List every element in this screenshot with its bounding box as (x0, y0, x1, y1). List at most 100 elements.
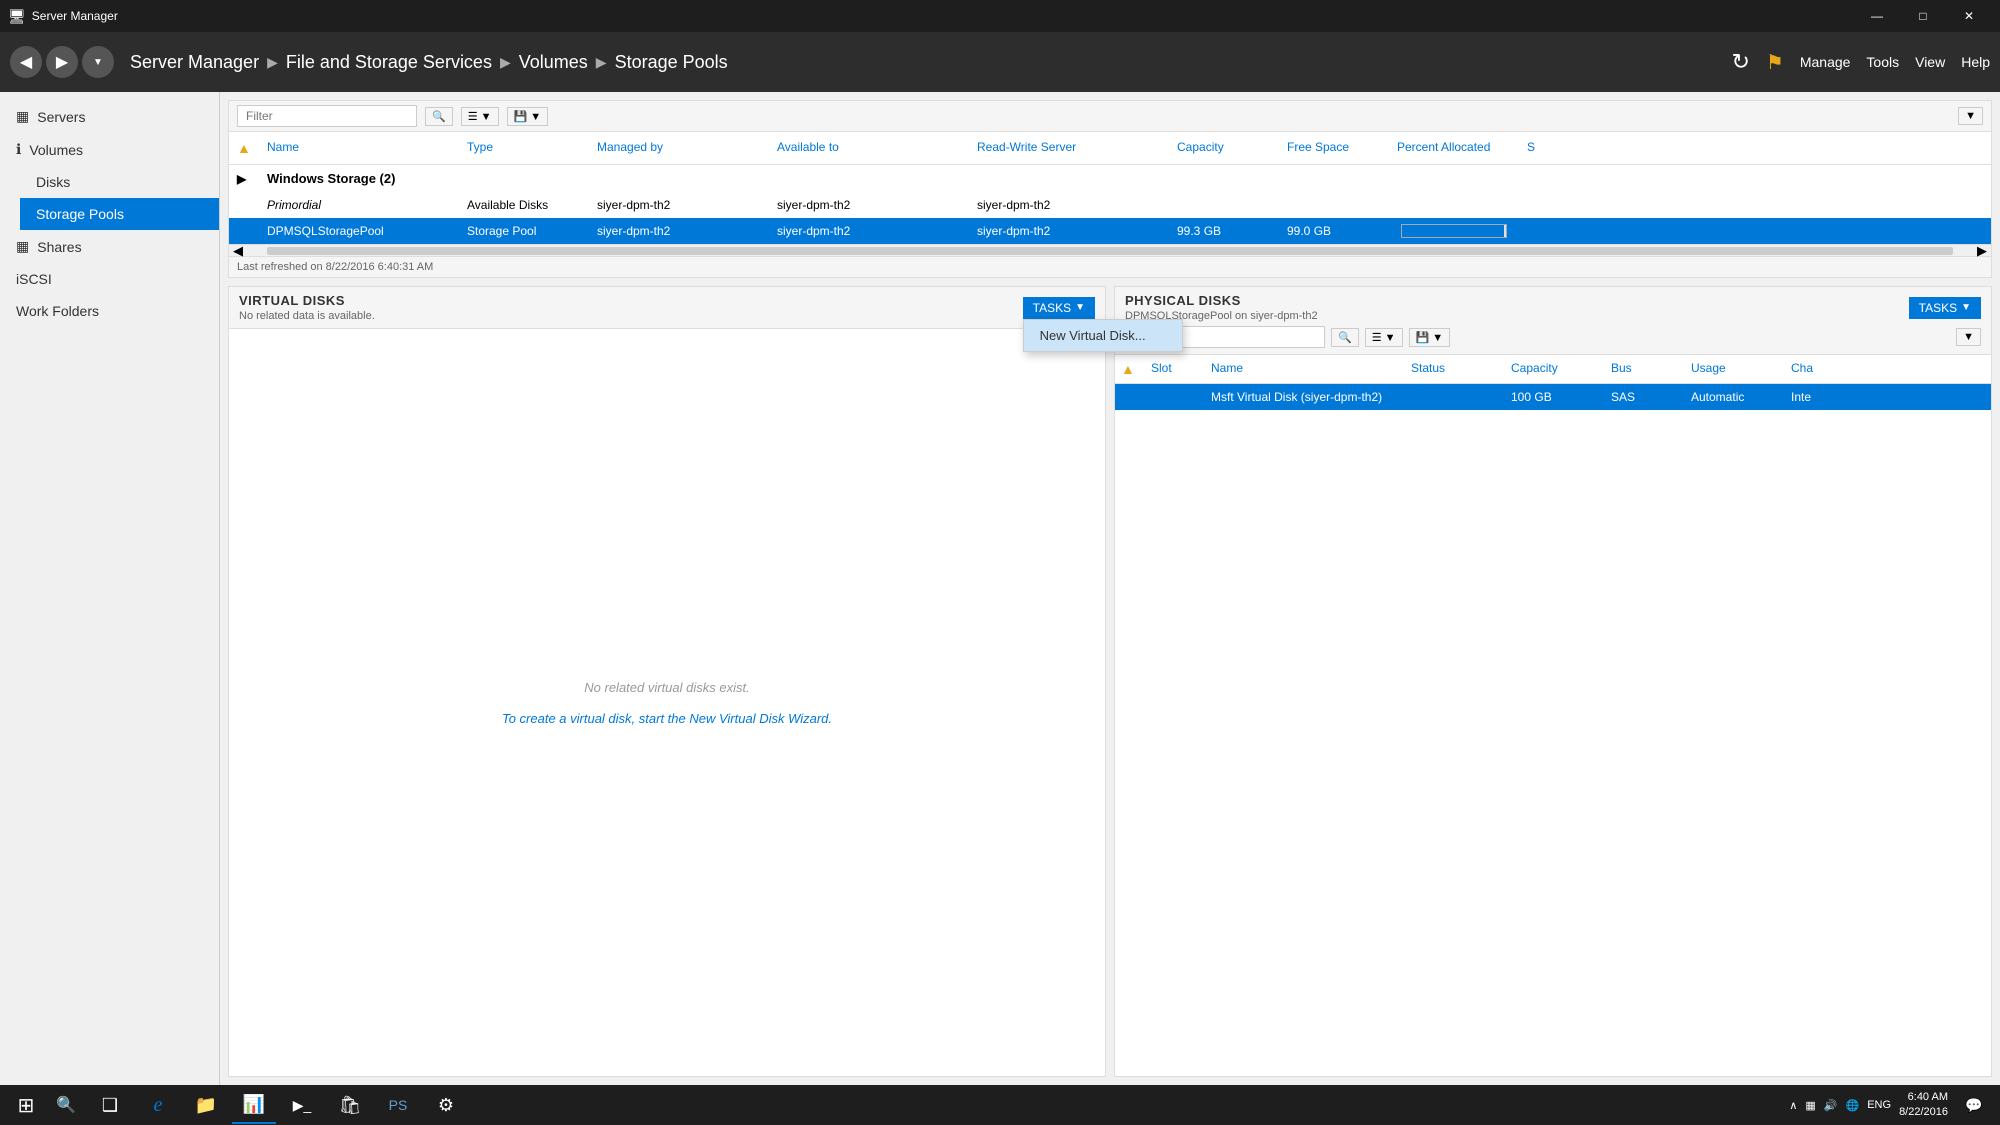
breadcrumb: Server Manager ▶ File and Storage Servic… (130, 52, 1731, 73)
task-view-button[interactable]: ❑ (88, 1086, 132, 1124)
row-percent-primordial (1389, 201, 1519, 209)
help-menu[interactable]: Help (1961, 54, 1990, 70)
col-percent[interactable]: Percent Allocated (1389, 136, 1519, 160)
phys-col-chassis[interactable]: Cha (1785, 357, 1865, 381)
percent-bar-dpmsql (1401, 224, 1507, 238)
phys-row-bus: SAS (1605, 386, 1685, 408)
phys-save-button[interactable]: 💾 ▼ (1409, 328, 1451, 347)
sidebar-item-servers[interactable]: ▦ Servers (0, 100, 219, 133)
filter-input[interactable] (237, 105, 417, 127)
phys-col-capacity[interactable]: Capacity (1505, 357, 1605, 381)
sidebar-item-iscsi[interactable]: iSCSI (0, 263, 219, 295)
breadcrumb-volumes[interactable]: Volumes (519, 52, 588, 73)
row-name-primordial: Primordial (259, 194, 459, 216)
save-button[interactable]: 💾 ▼ (507, 107, 549, 126)
phys-col-usage[interactable]: Usage (1685, 357, 1785, 381)
view-menu[interactable]: View (1915, 54, 1945, 70)
window-controls: — □ ✕ (1854, 0, 1992, 32)
sidebar-item-storage-pools[interactable]: Storage Pools (20, 198, 219, 230)
tray-display-icon: ▦ (1805, 1099, 1815, 1112)
minimize-button[interactable]: — (1854, 0, 1900, 32)
tray-chevron[interactable]: ∧ (1789, 1099, 1797, 1112)
expand-button[interactable]: ▼ (1958, 107, 1983, 125)
virtual-disks-tasks-button[interactable]: TASKS ▼ (1023, 297, 1095, 319)
cmd-icon: ▶_ (289, 1095, 316, 1116)
phys-expand-button[interactable]: ▼ (1956, 328, 1981, 346)
table-row-primordial[interactable]: Primordial Available Disks siyer-dpm-th2… (229, 192, 1991, 218)
col-status[interactable]: S (1519, 136, 1569, 160)
breadcrumb-storage-pools: Storage Pools (615, 52, 728, 73)
col-type[interactable]: Type (459, 136, 589, 160)
sidebar-item-disks[interactable]: Disks (20, 166, 219, 198)
sidebar-label-storage-pools: Storage Pools (36, 206, 124, 222)
tray-network-icon[interactable]: 🌐 (1846, 1099, 1860, 1112)
phys-table-row-msft[interactable]: Msft Virtual Disk (siyer-dpm-th2) 100 GB… (1115, 384, 1991, 410)
sidebar-label-volumes: Volumes (29, 142, 83, 158)
refresh-button[interactable]: ↻ (1731, 49, 1749, 75)
phys-col-status[interactable]: Status (1405, 357, 1505, 381)
forward-button[interactable]: ▶ (46, 46, 78, 78)
ps-button[interactable]: PS (376, 1086, 420, 1124)
phys-list-view-button[interactable]: ☰ ▼ (1365, 328, 1403, 347)
tools-menu[interactable]: Tools (1866, 54, 1899, 70)
notification-button[interactable]: 💬 (1956, 1087, 1992, 1123)
col-warn: ▲ (229, 136, 259, 160)
sidebar: ▦ Servers ℹ Volumes Disks Storage Pools … (0, 92, 220, 1085)
taskbar-time-block: 6:40 AM 8/22/2016 (1899, 1090, 1948, 1121)
header-nav: ◀ ▶ ▼ Server Manager ▶ File and Storage … (0, 32, 2000, 92)
phys-row-capacity: 100 GB (1505, 386, 1605, 408)
storage-pools-table: 🔍 ☰ ▼ 💾 ▼ ▼ ▲ Name Type Managed by Avail… (228, 100, 1992, 278)
search-taskbar-button[interactable]: 🔍 (48, 1087, 84, 1123)
horizontal-scrollbar[interactable]: ◀ ▶ (229, 244, 1991, 256)
col-available-to[interactable]: Available to (769, 136, 969, 160)
phys-col-slot[interactable]: Slot (1145, 357, 1205, 381)
col-managed-by[interactable]: Managed by (589, 136, 769, 160)
row-managed-primordial: siyer-dpm-th2 (589, 194, 769, 216)
list-view-button[interactable]: ☰ ▼ (461, 107, 499, 126)
create-virtual-disk-link[interactable]: To create a virtual disk, start the New … (502, 711, 832, 726)
tasks-label-physical: TASKS (1919, 301, 1957, 315)
scrollbar-thumb[interactable] (267, 247, 1953, 255)
folder-icon: 📁 (195, 1095, 217, 1116)
volumes-icon: ℹ (16, 141, 21, 158)
maximize-button[interactable]: □ (1900, 0, 1946, 32)
sidebar-item-shares[interactable]: ▦ Shares (0, 230, 219, 263)
col-name[interactable]: Name (259, 136, 459, 160)
back-button[interactable]: ◀ (10, 46, 42, 78)
tasks-wrapper-virtual: TASKS ▼ New Virtual Disk... (1023, 297, 1095, 319)
ie-button[interactable]: e (136, 1086, 180, 1124)
no-virtual-disks-msg: No related virtual disks exist. (584, 680, 749, 695)
table-toolbar: 🔍 ☰ ▼ 💾 ▼ ▼ (229, 101, 1991, 132)
new-virtual-disk-item[interactable]: New Virtual Disk... (1024, 320, 1182, 351)
phys-col-warn: ▲ (1115, 357, 1145, 381)
physical-disks-tasks-button[interactable]: TASKS ▼ (1909, 297, 1981, 319)
close-button[interactable]: ✕ (1946, 0, 1992, 32)
scroll-left-arrow[interactable]: ◀ (229, 243, 247, 259)
table-row-dpmsql[interactable]: DPMSQLStoragePool Storage Pool siyer-dpm… (229, 218, 1991, 244)
search-button[interactable]: 🔍 (425, 107, 453, 126)
cmd-button[interactable]: ▶_ (280, 1086, 324, 1124)
col-free-space[interactable]: Free Space (1279, 136, 1389, 160)
service-button[interactable]: ⚙ (424, 1086, 468, 1124)
start-button[interactable]: ⊞ (8, 1087, 44, 1123)
manage-menu[interactable]: Manage (1800, 54, 1851, 70)
col-capacity[interactable]: Capacity (1169, 136, 1279, 160)
row-rw-dpmsql: siyer-dpm-th2 (969, 220, 1169, 242)
breadcrumb-server-manager[interactable]: Server Manager (130, 52, 259, 73)
virtual-disks-dropdown: New Virtual Disk... (1023, 319, 1183, 352)
phys-col-bus[interactable]: Bus (1605, 357, 1685, 381)
phys-col-name[interactable]: Name (1205, 357, 1405, 381)
sidebar-item-work-folders[interactable]: Work Folders (0, 295, 219, 327)
sidebar-item-volumes[interactable]: ℹ Volumes (0, 133, 219, 166)
folder-button[interactable]: 📁 (184, 1086, 228, 1124)
scroll-right-arrow[interactable]: ▶ (1973, 243, 1991, 259)
col-rw-server[interactable]: Read-Write Server (969, 136, 1169, 160)
phys-search-button[interactable]: 🔍 (1331, 328, 1359, 347)
server-manager-button[interactable]: 📊 (232, 1086, 276, 1124)
start-icon: ⊞ (18, 1093, 35, 1118)
tray-volume-icon[interactable]: 🔊 (1824, 1099, 1838, 1112)
sidebar-label-servers: Servers (37, 109, 85, 125)
nav-dropdown-button[interactable]: ▼ (82, 46, 114, 78)
store-button[interactable]: 🛍 (328, 1086, 372, 1124)
breadcrumb-file-storage[interactable]: File and Storage Services (286, 52, 492, 73)
